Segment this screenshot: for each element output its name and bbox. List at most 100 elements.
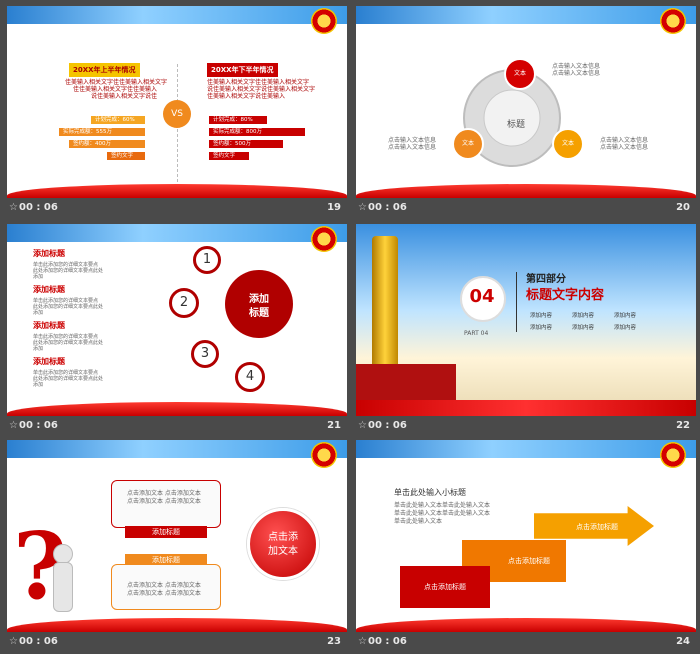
content-item-5: 添加内容 [572,325,595,331]
emblem-icon [660,8,686,34]
emblem-icon [311,8,337,34]
item-3-line-3: 添加 [33,346,44,352]
sky-banner [7,224,347,242]
thumbnail-footer: ☆ 00 : 06 22 [356,416,696,438]
thumbnail-slide-23[interactable]: ? 点击添加文本 点击添加文本 点击添加文本 点击添加文本 添加标题 添加标题 … [7,440,347,654]
content-item-1: 添加内容 [530,313,553,319]
slide-time: 00 : 06 [19,202,58,213]
item-2-title: 添加标题 [33,285,65,294]
content-item-4: 添加内容 [530,325,553,331]
left-text-3: 说佳美输入相关文字说佳 [91,93,158,100]
right-title: 20XX年下半年情况 [207,63,278,77]
node-top-label: 文本 [513,70,526,77]
top-box-line-2: 点击添加文本 点击添加文本 [127,498,201,505]
slide-time: 00 : 06 [368,202,407,213]
section-title: 第四部分 [526,274,566,285]
item-1-line-3: 添加 [33,274,44,280]
item-2-line-3: 添加 [33,310,44,316]
slide-time: 00 : 06 [19,420,58,431]
step-3-label: 点击添加标题 [576,523,618,531]
top-text-2: 点击输入文本信息 [552,70,601,77]
vs-label: VS [171,109,183,119]
slide-canvas: ? 点击添加文本 点击添加文本 点击添加文本 点击添加文本 添加标题 添加标题 … [7,440,347,632]
top-box-line-1: 点击添加文本 点击添加文本 [127,490,201,497]
red-wave [356,184,696,198]
red-wave [7,402,347,416]
star-icon: ☆ [9,636,18,647]
red-wave [7,184,347,198]
slide-number: 22 [676,420,690,431]
center-label: 标题 [506,120,525,130]
sky-banner [356,440,696,458]
slide-number: 24 [676,636,690,647]
item-3-title: 添加标题 [33,321,65,330]
sky-banner [7,440,347,458]
sky-banner [356,6,696,24]
slide-canvas: 添加标题 单击此添加您的详细文本要点 此处添加您的详细文本要点此处 添加 添加标… [7,224,347,416]
right-bar-1: 计划完成：80% [209,116,267,124]
red-wave [7,618,347,632]
red-wave [356,618,696,632]
bottom-box-line-1: 点击添加文本 点击添加文本 [127,582,201,589]
emblem-icon [311,226,337,252]
slide-canvas: 20XX年上半年情况 20XX年下半年情况 佳美输入相关文字佳佳美输入相关文字 … [7,6,347,198]
star-icon: ☆ [358,202,367,213]
item-4-title: 添加标题 [33,357,65,366]
center-line-1: 添加 [249,294,269,305]
left-bar-2: 实际完成额：555万 [59,128,145,136]
left-bar-3: 签约额：400万 [69,140,145,148]
star-icon: ☆ [9,420,18,431]
item-4-line-2: 此处添加您的详细文本要点此处 [33,376,104,382]
right-bar-2: 实际完成额：800万 [209,128,305,136]
num-4: 4 [245,369,255,384]
right-bar-4: 签约文字 [209,152,249,160]
slide-canvas: 单击此处输入小标题 单击此处输入文本单击此处输入文本 单击此处输入文本单击此处输… [356,440,696,632]
node-right-label: 文本 [561,140,574,147]
step-2-label: 点击添加标题 [508,557,550,565]
content-item-3: 添加内容 [614,313,637,319]
num-2: 2 [179,295,189,310]
thumbnail-footer: ☆ 00 : 06 19 [7,198,347,220]
thumbnail-slide-24[interactable]: 单击此处输入小标题 单击此处输入文本单击此处输入文本 单击此处输入文本单击此处输… [356,440,696,654]
emblem-icon [311,442,337,468]
click-circle-line-1: 点击添 [268,532,298,543]
left-text-2: 点击输入文本信息 [388,144,437,151]
right-text-2: 点击输入文本信息 [600,144,649,151]
slide-canvas: 04 PART 04 第四部分 标题文字内容 添加内容 添加内容 添加内容 添加… [356,224,696,416]
thumbnail-slide-20[interactable]: 标题 文本 文本 文本 点击输入文本信息 点击输入文本信息 点击输入文本信息 点… [356,6,696,220]
thumbnail-footer: ☆ 00 : 06 20 [356,198,696,220]
thumbnail-footer: ☆ 00 : 06 23 [7,632,347,654]
node-left-label: 文本 [461,140,474,147]
thumbnail-slide-19[interactable]: 20XX年上半年情况 20XX年下半年情况 佳美输入相关文字佳佳美输入相关文字 … [7,6,347,220]
slide-time: 00 : 06 [368,420,407,431]
item-1-line-2: 此处添加您的详细文本要点此处 [33,268,104,274]
thumbnail-slide-22[interactable]: 04 PART 04 第四部分 标题文字内容 添加内容 添加内容 添加内容 添加… [356,224,696,438]
body-line-2: 单击此处输入文本单击此处输入文本 [394,510,491,517]
bottom-box-line-2: 点击添加文本 点击添加文本 [127,590,201,597]
sky-banner [7,6,347,24]
title-bar-red: 添加标题 [125,526,207,538]
slide-time: 00 : 06 [368,636,407,647]
section-heading: 标题文字内容 [526,288,605,303]
num-1: 1 [202,252,212,267]
center-line-2: 标题 [249,308,269,319]
emblem-icon [660,442,686,468]
thumbnail-footer: ☆ 00 : 06 21 [7,416,347,438]
slide-number: 21 [327,420,341,431]
section-number: 04 [469,286,495,307]
left-title: 20XX年上半年情况 [69,63,140,77]
figure-head [53,544,73,564]
slide-number: 20 [676,202,690,213]
slide-canvas: 标题 文本 文本 文本 点击输入文本信息 点击输入文本信息 点击输入文本信息 点… [356,6,696,198]
subtitle: 单击此处输入小标题 [394,488,466,497]
thumbnail-slide-21[interactable]: 添加标题 单击此添加您的详细文本要点 此处添加您的详细文本要点此处 添加 添加标… [7,224,347,438]
right-bar-3: 签约额：500万 [209,140,283,148]
content-item-6: 添加内容 [614,325,637,331]
star-icon: ☆ [358,420,367,431]
content-item-2: 添加内容 [572,313,595,319]
star-icon: ☆ [358,636,367,647]
item-2-line-2: 此处添加您的详细文本要点此处 [33,304,104,310]
item-1-title: 添加标题 [33,249,65,258]
item-4-line-3: 添加 [33,382,44,388]
left-bar-4: 签约文字 [107,152,145,160]
